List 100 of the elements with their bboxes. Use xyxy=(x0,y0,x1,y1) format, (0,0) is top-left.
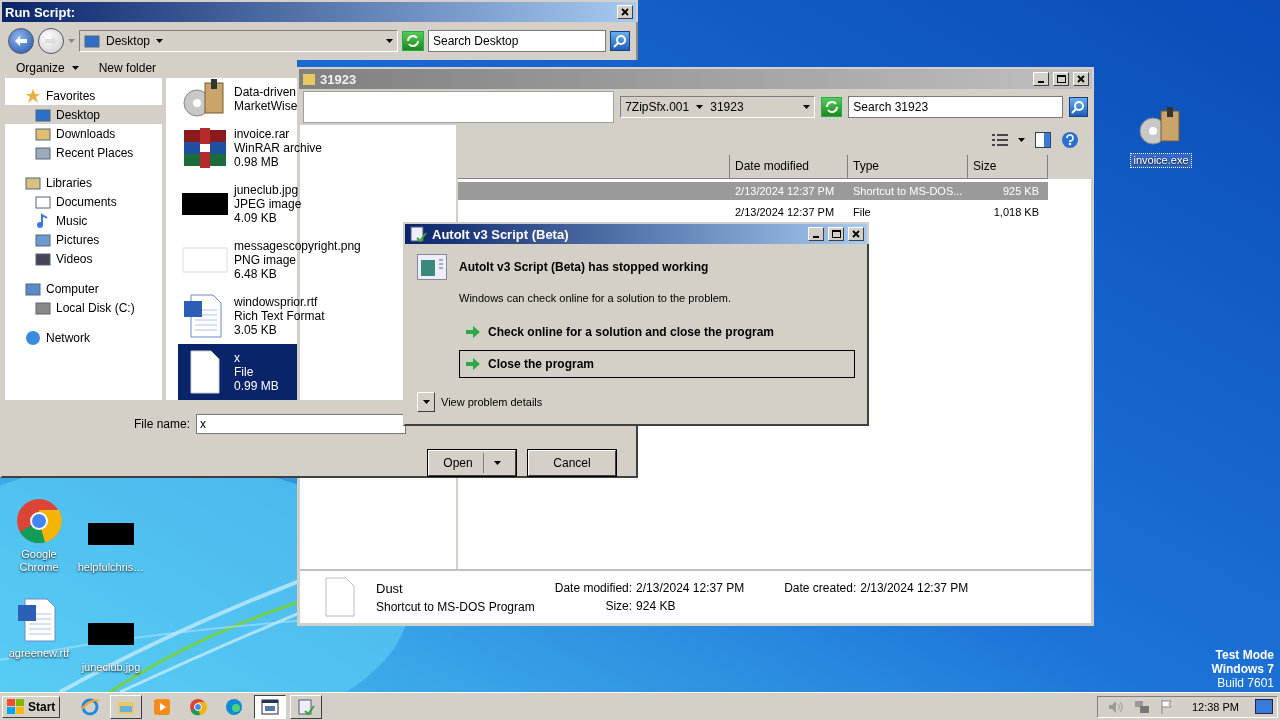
command-link[interactable]: Check online for a solution and close the program xyxy=(459,318,855,346)
detail-label: Date created: xyxy=(784,581,857,595)
toolbar-button[interactable]: New folder xyxy=(98,61,157,75)
file-item[interactable]: Data-driven MarketWise xyxy=(178,78,298,120)
file-item[interactable]: juneclub.jpg JPEG image 4.09 KB xyxy=(178,176,302,232)
star-icon xyxy=(25,87,41,104)
search-icon xyxy=(613,34,627,48)
detail-value: 2/13/2024 12:37 PM xyxy=(636,581,745,595)
refresh-button[interactable] xyxy=(402,31,424,51)
file-item[interactable]: windowsprior.rtf Rich Text Format 3.05 KB xyxy=(178,288,325,344)
folder-icon xyxy=(25,174,41,191)
file-info: WinRAR archive xyxy=(234,141,323,155)
network-icon[interactable] xyxy=(1133,699,1150,714)
detail-value: 924 KB xyxy=(636,599,677,613)
navigation-item[interactable]: Local Disk (C:) xyxy=(5,298,162,317)
file-info: PNG image xyxy=(234,253,298,267)
column-header[interactable] xyxy=(458,155,730,179)
file-row[interactable]: 2/13/2024 12:37 PM File 1,018 KB xyxy=(458,203,1048,221)
column-header[interactable]: Size xyxy=(968,155,1048,179)
column-header[interactable]: Date modified xyxy=(730,155,848,179)
navigation-item[interactable]: Music xyxy=(5,211,162,230)
search-button[interactable] xyxy=(610,31,630,51)
column-header[interactable]: Type xyxy=(848,155,968,179)
close-button[interactable] xyxy=(1073,72,1089,86)
system-text: Test Mode xyxy=(1215,648,1274,662)
file-name-field[interactable]: x xyxy=(196,414,407,434)
clock[interactable]: 12:38 PM xyxy=(1191,700,1239,713)
maximize-button[interactable] xyxy=(828,227,844,241)
window-title: 31923 xyxy=(320,71,358,87)
detail-label: Size: xyxy=(604,599,633,613)
preview-pane-icon[interactable] xyxy=(1035,132,1051,148)
file-info: 3.05 KB xyxy=(234,323,278,337)
table-cell-text: 1,018 KB xyxy=(992,206,1040,218)
search-button[interactable] xyxy=(1068,97,1088,117)
help-icon[interactable] xyxy=(1061,131,1079,149)
file-name: messagescopyright.png xyxy=(234,239,361,253)
back-button[interactable] xyxy=(8,28,34,54)
navigation-item[interactable]: Network xyxy=(5,328,162,347)
caret-icon xyxy=(71,66,79,70)
search-icon xyxy=(1071,100,1086,114)
navigation-item[interactable]: Libraries xyxy=(5,173,162,192)
navigation-item[interactable]: Videos xyxy=(5,249,162,268)
close-icon xyxy=(621,8,629,16)
browser-icon xyxy=(80,696,101,717)
dialog-message: Windows can check online for a solution to the problem. xyxy=(459,292,733,304)
field-label: File name: xyxy=(134,417,191,431)
window-title: Run Script: xyxy=(5,4,77,20)
dialog-heading: AutoIt v3 Script (Beta) has stopped working xyxy=(459,260,709,274)
maximize-button[interactable] xyxy=(1053,72,1069,86)
file-info: Rich Text Format xyxy=(234,309,325,323)
command-link[interactable]: Close the program xyxy=(459,350,855,378)
refresh-button[interactable] xyxy=(820,97,843,117)
close-button[interactable] xyxy=(848,227,864,241)
search-field[interactable]: Search 31923 xyxy=(848,96,1063,118)
arrow-icon xyxy=(466,326,480,338)
expand-button[interactable] xyxy=(417,392,435,412)
view-list-icon[interactable] xyxy=(992,133,1008,147)
navigation-item[interactable]: Documents xyxy=(5,192,162,211)
file-item[interactable]: x File 0.99 MB xyxy=(178,344,297,400)
navigation-item[interactable]: Desktop xyxy=(5,105,162,124)
close-button[interactable] xyxy=(617,5,633,19)
close-icon xyxy=(852,230,860,238)
cancel-button[interactable]: Cancel xyxy=(528,450,616,476)
caret-icon xyxy=(156,39,164,43)
desktop-icon-label[interactable]: invoice.exe xyxy=(1131,154,1191,167)
script-icon xyxy=(408,224,428,244)
file-info: 0.99 MB xyxy=(234,379,279,393)
forward-button[interactable] xyxy=(38,28,64,54)
detail-value: 2/13/2024 12:37 PM xyxy=(860,581,969,595)
file-info: JPEG image xyxy=(234,197,302,211)
navigation-item[interactable]: Computer xyxy=(5,279,162,298)
menu-button[interactable]: Organize xyxy=(16,61,79,75)
caret-icon xyxy=(802,105,810,109)
globe-icon xyxy=(25,329,41,346)
navigation-item[interactable]: Downloads xyxy=(5,124,162,143)
table-cell-text: File xyxy=(852,206,872,218)
file-info: 6.48 KB xyxy=(234,267,278,281)
maximize-icon xyxy=(1056,75,1066,83)
minimize-button[interactable] xyxy=(1033,72,1049,86)
close-icon xyxy=(1077,75,1085,83)
file-icon xyxy=(324,577,356,617)
show-desktop-icon[interactable] xyxy=(1255,698,1273,715)
search-field[interactable]: Search Desktop xyxy=(428,30,606,52)
window-title: AutoIt v3 Script (Beta) xyxy=(432,226,570,242)
minimize-button[interactable] xyxy=(808,227,824,241)
address-field[interactable]: Desktop xyxy=(79,30,398,52)
file-item[interactable]: messagescopyright.png PNG image 6.48 KB xyxy=(178,232,361,288)
navigation-item[interactable]: Pictures xyxy=(5,230,162,249)
file-name: x xyxy=(234,351,241,365)
breadcrumb-bar[interactable]: 7ZipSfx.001 31923 xyxy=(620,96,815,118)
file-item[interactable]: invoice.rar WinRAR archive 0.98 MB xyxy=(178,120,323,176)
taskbar-button[interactable] xyxy=(254,694,287,719)
arrow-right-icon xyxy=(45,36,57,46)
file-name: windowsprior.rtf xyxy=(234,295,319,309)
folder-icon xyxy=(35,231,51,248)
navigation-item[interactable]: Recent Places xyxy=(5,143,162,162)
start-button[interactable]: Start xyxy=(2,695,61,718)
navigation-item[interactable]: Favorites xyxy=(5,86,162,105)
open-button[interactable]: Open xyxy=(428,450,516,476)
caret-icon xyxy=(386,39,393,43)
